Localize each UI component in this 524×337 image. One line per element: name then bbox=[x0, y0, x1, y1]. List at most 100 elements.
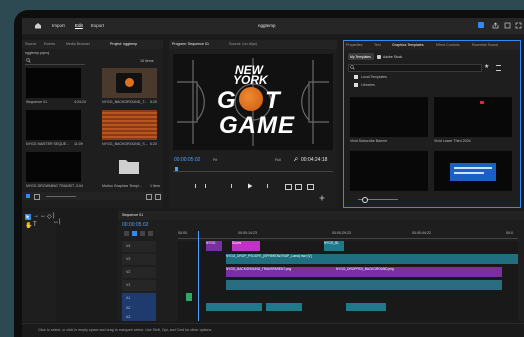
project-search-input[interactable] bbox=[25, 58, 85, 65]
track-header-v2[interactable]: V2 bbox=[122, 267, 156, 278]
tab-text[interactable]: Text bbox=[374, 43, 381, 47]
template-card[interactable] bbox=[434, 97, 512, 137]
home-icon[interactable] bbox=[34, 22, 42, 29]
app-header: Import Edit Export nggtemp bbox=[22, 18, 524, 34]
tab-media-browser[interactable]: Media Browser bbox=[66, 42, 90, 46]
clip-a2-b[interactable] bbox=[266, 303, 302, 311]
selection-tool-icon[interactable] bbox=[25, 214, 31, 220]
ruler-label: 00:00:14:23 bbox=[238, 231, 257, 235]
track-header-a3[interactable]: A3 bbox=[122, 313, 156, 321]
razor-tool-icon[interactable]: ◇ bbox=[47, 213, 52, 220]
type-tool-icon[interactable]: T bbox=[33, 222, 37, 228]
fullscreen-icon[interactable] bbox=[515, 22, 522, 29]
template-search-input[interactable] bbox=[348, 64, 482, 72]
export-menu[interactable]: Export bbox=[91, 23, 104, 28]
adobe-stock-tab[interactable]: Adobe Stock bbox=[376, 53, 404, 60]
project-item-thumbnail[interactable] bbox=[102, 68, 157, 98]
clip-a2[interactable] bbox=[206, 303, 262, 311]
new-item-icon[interactable] bbox=[146, 194, 152, 200]
project-item-thumbnail[interactable] bbox=[26, 152, 81, 182]
local-templates-checkbox[interactable] bbox=[354, 75, 358, 79]
tab-source[interactable]: Source bbox=[25, 42, 36, 46]
tab-source-monitor[interactable]: Source: (no clips) bbox=[229, 42, 257, 46]
clip-v1[interactable] bbox=[226, 280, 502, 290]
edit-menu[interactable]: Edit bbox=[75, 23, 83, 28]
zoom-slider[interactable] bbox=[46, 196, 76, 197]
template-card[interactable] bbox=[350, 151, 428, 191]
track-header-v3[interactable]: V3 bbox=[122, 254, 156, 265]
premiere-window: Import Edit Export nggtemp Source Events… bbox=[22, 18, 524, 337]
project-item-name: NYGG DROWNING TRANSIT... bbox=[26, 184, 77, 188]
track-headers: V4 V3 V2 V1 A1 A2 A3 bbox=[122, 241, 176, 321]
playhead[interactable] bbox=[198, 231, 199, 321]
project-item-thumbnail[interactable] bbox=[26, 110, 81, 140]
slip-tool-icon[interactable]: |↔| bbox=[53, 213, 61, 225]
wrench-icon[interactable] bbox=[293, 157, 298, 162]
monitor-scrubber[interactable] bbox=[173, 167, 333, 172]
tab-essential-sound[interactable]: Essential Sound bbox=[472, 43, 498, 47]
clip-v4-nygg-bl[interactable]: NYGG_BL bbox=[324, 241, 344, 251]
timeline-timecode[interactable]: 00:00:05:02 bbox=[122, 222, 148, 228]
template-card[interactable] bbox=[350, 97, 428, 137]
tab-sequence[interactable]: Sequence 01 bbox=[122, 213, 143, 217]
track-header-v1[interactable]: V1 bbox=[122, 280, 156, 291]
libraries-checkbox[interactable] bbox=[354, 83, 358, 87]
template-card[interactable] bbox=[434, 151, 512, 191]
clip-v4-drows[interactable]: Drows bbox=[232, 241, 254, 251]
share-icon[interactable] bbox=[492, 22, 499, 29]
zoom-select[interactable]: Fit bbox=[213, 158, 217, 162]
delete-icon[interactable] bbox=[155, 194, 161, 200]
clip-v3-drop[interactable]: NYGG_DROP_PSOOFE_[SPRBROW-RIUP_Luma] mov… bbox=[226, 254, 518, 264]
folder-icon[interactable] bbox=[118, 157, 140, 175]
track-header-v4[interactable]: V4 bbox=[122, 241, 156, 252]
notifications-icon[interactable] bbox=[504, 22, 511, 29]
clip-v4-small[interactable] bbox=[254, 241, 260, 251]
list-view-icon[interactable] bbox=[26, 194, 30, 198]
mark-out-icon[interactable] bbox=[205, 184, 206, 188]
video-preview[interactable]: NEW YORK G T GAME bbox=[173, 54, 333, 150]
tab-effect-controls[interactable]: Effect Controls bbox=[436, 43, 460, 47]
thumbnail-size-slider[interactable] bbox=[358, 197, 398, 203]
add-button-icon[interactable] bbox=[319, 195, 325, 201]
tab-properties[interactable]: Properties bbox=[346, 43, 362, 47]
clip-a2-c[interactable] bbox=[346, 303, 386, 311]
clip-a1[interactable] bbox=[186, 293, 192, 301]
ripple-edit-icon[interactable]: ↔ bbox=[40, 213, 46, 219]
playhead-timecode[interactable]: 00:00:05:02 bbox=[174, 157, 200, 163]
lift-icon[interactable] bbox=[285, 184, 292, 190]
snap-icon[interactable] bbox=[124, 231, 129, 236]
tab-project[interactable]: Project: nggtemp bbox=[110, 42, 137, 46]
icon-view-icon[interactable] bbox=[34, 194, 40, 200]
pen-tool-icon[interactable]: ✋ bbox=[25, 222, 32, 229]
filter-icon[interactable] bbox=[496, 65, 501, 71]
step-forward-icon[interactable] bbox=[263, 184, 268, 188]
my-templates-tab[interactable]: My Templates bbox=[348, 53, 374, 60]
timeline-tracks[interactable]: NYGG Drows NYGG_BL NYGG_DROP_PSOOFE_[SPR… bbox=[178, 231, 518, 321]
quality-select[interactable]: Full bbox=[275, 158, 281, 162]
mark-in-icon[interactable] bbox=[195, 184, 196, 188]
linked-selection-icon[interactable] bbox=[132, 231, 137, 236]
sequence-duration: 00:04:24:18 bbox=[301, 157, 328, 163]
wrench-settings-icon[interactable] bbox=[148, 231, 153, 236]
extract-icon[interactable] bbox=[295, 184, 302, 190]
project-tabs: Source Events Media Browser Project: ngg… bbox=[22, 40, 163, 49]
star-icon[interactable]: ★ bbox=[484, 63, 489, 70]
title-york: YORK bbox=[233, 73, 268, 87]
clip-v4-nygg[interactable]: NYGG bbox=[206, 241, 222, 251]
ruler-label: 00:0 bbox=[506, 231, 513, 235]
export-frame-icon[interactable] bbox=[307, 184, 314, 190]
tab-events[interactable]: Events bbox=[44, 42, 55, 46]
clip-v2-dropped[interactable]: NYGG_DROPPED_BACKGROUND.png bbox=[336, 267, 502, 277]
track-select-icon[interactable]: → bbox=[33, 213, 39, 219]
timeline-ruler[interactable]: 00:00 00:00:14:23 00:00:29:23 00:00:44:2… bbox=[178, 231, 518, 239]
import-menu[interactable]: Import bbox=[52, 23, 65, 28]
project-item-thumbnail[interactable] bbox=[26, 68, 81, 98]
add-marker-icon[interactable] bbox=[140, 231, 145, 236]
project-item-thumbnail[interactable] bbox=[102, 110, 157, 140]
step-back-icon[interactable] bbox=[231, 184, 236, 188]
tab-program[interactable]: Program: Sequence 01 bbox=[172, 42, 209, 46]
clip-v2-background[interactable]: NYGG_BACKGROUND_TRANSPARENT.png bbox=[226, 267, 336, 277]
tab-graphics-templates[interactable]: Graphics Templates bbox=[392, 43, 424, 47]
play-icon[interactable] bbox=[247, 183, 253, 189]
workspace-icon[interactable] bbox=[478, 22, 484, 28]
